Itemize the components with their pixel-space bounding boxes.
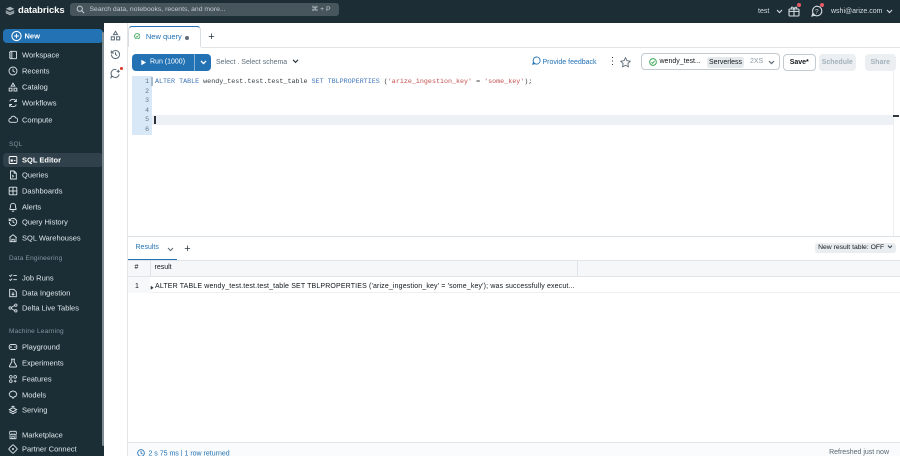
svg-text:?: ? (815, 9, 819, 16)
